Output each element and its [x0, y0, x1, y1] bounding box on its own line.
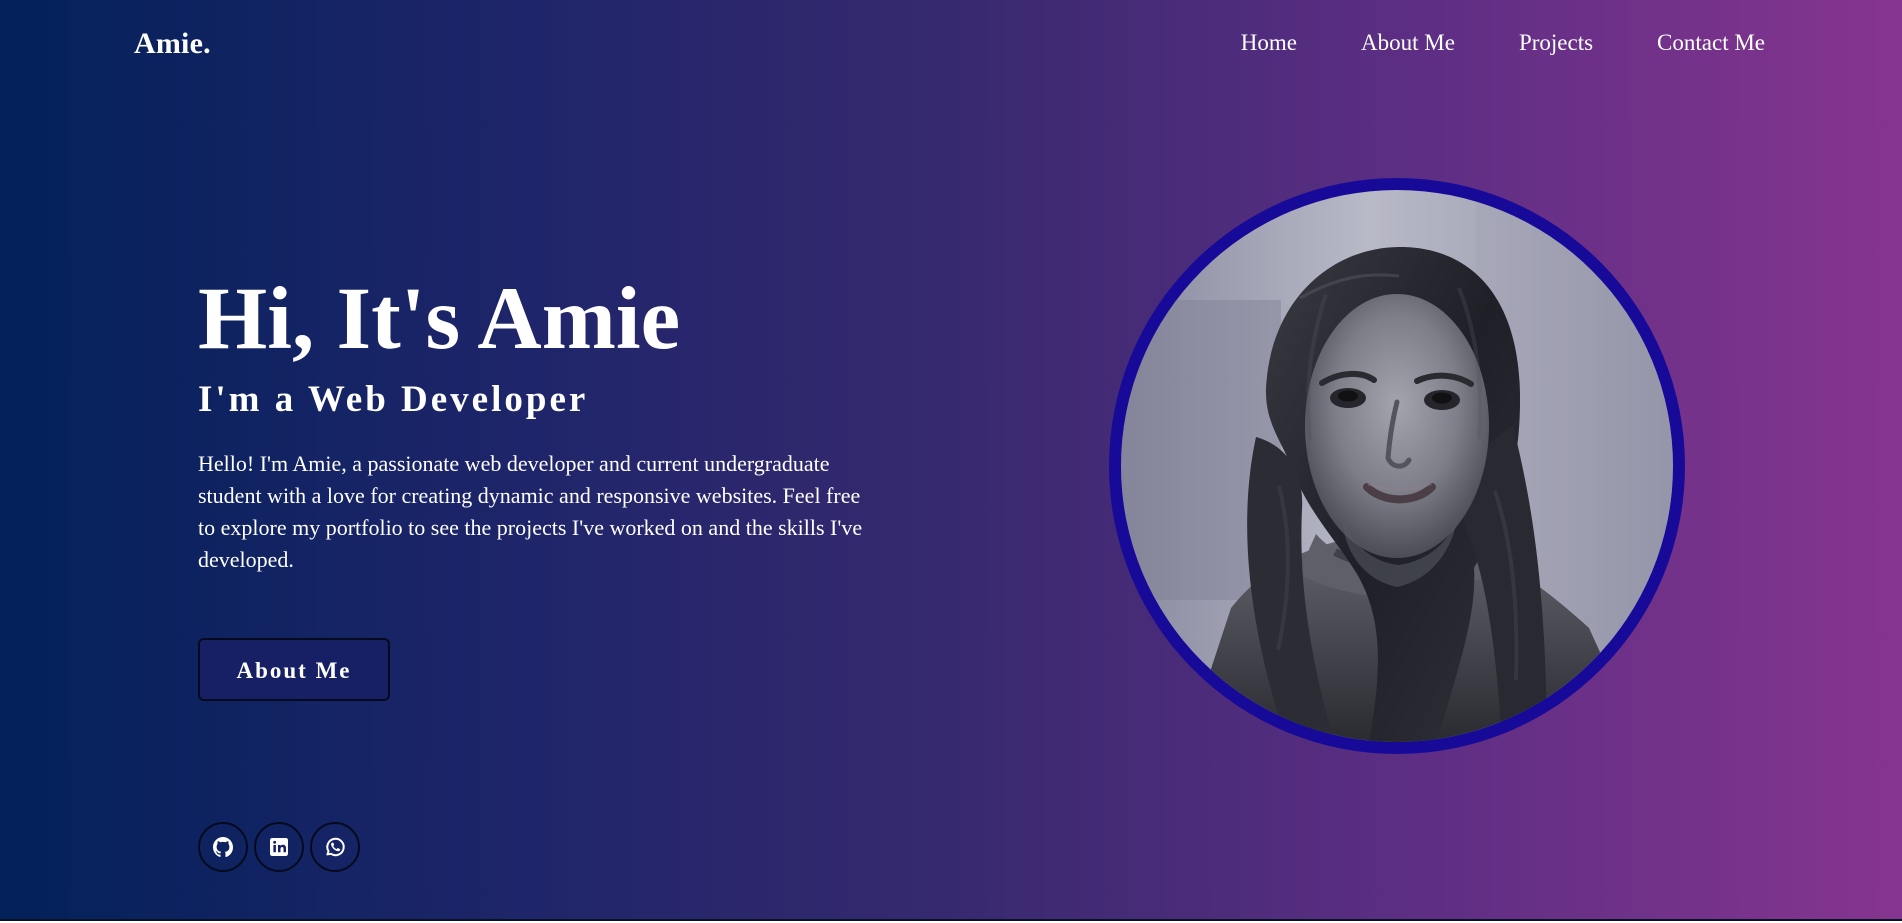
github-link[interactable] [198, 822, 248, 872]
hero-description: Hello! I'm Amie, a passionate web develo… [198, 451, 863, 572]
whatsapp-icon [326, 837, 345, 857]
social-links [198, 822, 360, 872]
portfolio-page: Amie. Home About Me Projects Contact Me … [0, 0, 1902, 923]
nav-contact-link[interactable]: Contact Me [1657, 26, 1765, 60]
nav-about-link[interactable]: About Me [1361, 26, 1455, 60]
profile-avatar [1109, 178, 1685, 754]
whatsapp-link[interactable] [310, 822, 360, 872]
github-icon [213, 837, 234, 857]
linkedin-link[interactable] [254, 822, 304, 872]
nav-home-link[interactable]: Home [1241, 26, 1297, 60]
main-navigation: Home About Me Projects Contact Me [1241, 26, 1765, 60]
profile-photo [1121, 190, 1673, 742]
about-me-button[interactable]: About Me [198, 638, 390, 701]
linkedin-icon [270, 838, 288, 856]
site-logo[interactable]: Amie. [134, 24, 211, 64]
hero-title: Hi, It's Amie [198, 270, 681, 368]
hero-subtitle: I'm a Web Developer [198, 379, 589, 420]
hero-copy: Hi, It's Amie I'm a Web Developer Hello!… [198, 270, 898, 576]
hero-section: Amie. Home About Me Projects Contact Me … [0, 0, 1902, 921]
nav-projects-link[interactable]: Projects [1519, 26, 1593, 60]
